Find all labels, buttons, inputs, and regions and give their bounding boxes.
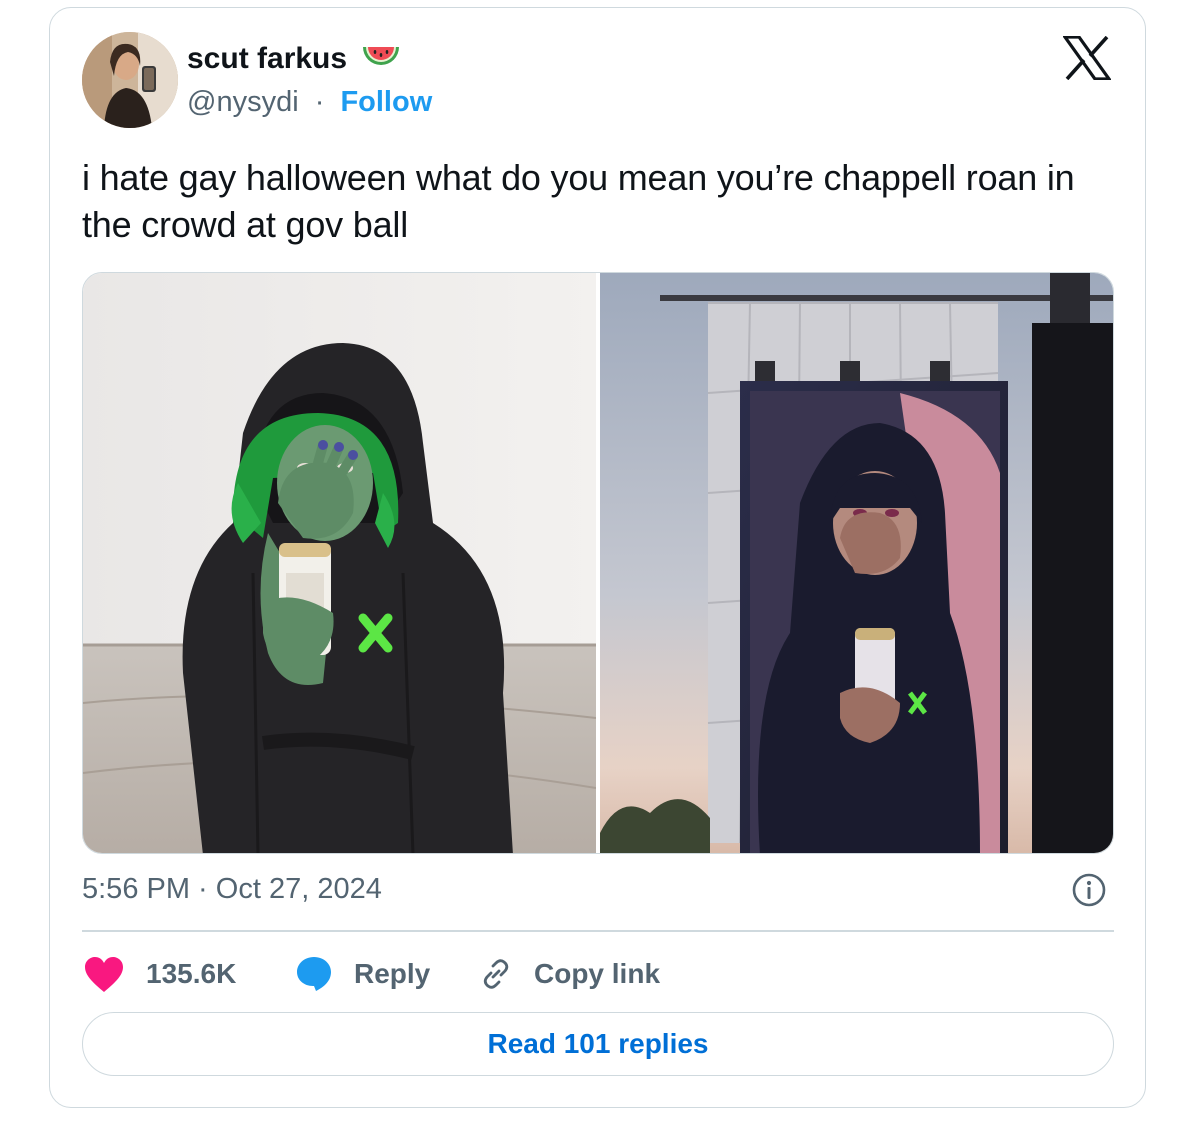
read-replies-button[interactable]: Read 101 replies (82, 1012, 1114, 1076)
author-handle-row: @nysydi · Follow (187, 86, 432, 119)
like-button[interactable]: 135.6K (82, 952, 236, 996)
tweet-text: i hate gay halloween what do you mean yo… (82, 157, 1075, 245)
separator-dot: · (314, 86, 325, 118)
author-name-text[interactable]: scut farkus (187, 42, 347, 75)
photo-gov-ball-screen[interactable] (600, 273, 1113, 853)
x-logo-icon[interactable] (1061, 35, 1113, 81)
tweet-media[interactable] (82, 272, 1114, 854)
link-icon (478, 956, 514, 992)
copy-link-button[interactable]: Copy link (478, 952, 660, 996)
reply-label: Reply (354, 958, 431, 989)
photo-green-costume[interactable] (83, 273, 597, 853)
like-count: 135.6K (146, 958, 237, 989)
follow-button[interactable]: Follow (340, 86, 432, 118)
heart-icon (82, 954, 126, 994)
copy-link-label: Copy link (534, 958, 661, 989)
tweet-timestamp[interactable]: 5:56 PM · Oct 27, 2024 (82, 873, 382, 906)
reply-button[interactable]: Reply (294, 952, 430, 996)
speech-bubble-icon (294, 954, 334, 994)
action-bar: 135.6K Reply Copy link (82, 952, 1114, 996)
read-replies-label: Read 101 replies (487, 1028, 709, 1059)
author-name[interactable]: scut farkus (187, 42, 401, 79)
author-avatar[interactable] (82, 32, 178, 128)
divider (82, 930, 1114, 932)
author-handle[interactable]: @nysydi (187, 86, 299, 118)
info-icon[interactable] (1071, 872, 1107, 908)
watermelon-icon (361, 45, 401, 79)
